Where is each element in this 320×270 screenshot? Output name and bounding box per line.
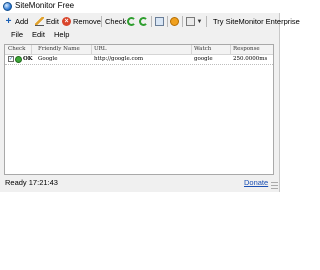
toolbar-separator xyxy=(167,16,168,27)
refresh-all-button[interactable] xyxy=(139,14,150,29)
cell-status: OK xyxy=(23,56,33,62)
remove-button[interactable]: × Remove xyxy=(62,14,101,29)
toolbar-separator xyxy=(101,16,102,27)
resize-grip-icon[interactable] xyxy=(271,180,278,189)
sites-table: Check Friendly Name URL Watch Response ✓… xyxy=(4,44,274,175)
toolbar-separator xyxy=(151,16,152,27)
pencil-icon xyxy=(35,17,44,26)
cell-response: 250.0000ms xyxy=(233,56,268,62)
refresh-icon xyxy=(127,17,136,26)
cell-watch: google xyxy=(194,56,213,62)
menu-file[interactable]: File xyxy=(11,30,23,39)
options-button[interactable] xyxy=(170,14,181,29)
column-header-response[interactable]: Response xyxy=(233,45,260,54)
column-header-friendly-name[interactable]: Friendly Name xyxy=(38,45,80,54)
status-ok-icon xyxy=(15,56,22,63)
refresh-all-icon xyxy=(139,17,148,26)
table-row[interactable]: ✓ OK Google http://google.com google 250… xyxy=(5,55,273,65)
cell-url: http://google.com xyxy=(94,56,144,62)
column-header-url[interactable]: URL xyxy=(94,45,106,54)
try-enterprise-link[interactable]: Try SiteMonitor Enterprise xyxy=(213,14,300,29)
column-divider[interactable] xyxy=(91,45,92,54)
check-button-label: Check xyxy=(105,17,127,26)
table-header: Check Friendly Name URL Watch Response xyxy=(5,45,273,55)
window-title: SiteMonitor Free xyxy=(15,1,75,10)
remove-icon: × xyxy=(62,17,71,26)
column-header-watch[interactable]: Watch xyxy=(194,45,211,54)
status-bar: Ready 17:21:43 Donate xyxy=(0,175,280,191)
toolbar-separator xyxy=(182,16,183,27)
menu-edit[interactable]: Edit xyxy=(32,30,45,39)
globe-icon xyxy=(3,2,12,11)
status-text: Ready 17:21:43 xyxy=(5,178,58,187)
monitor-button[interactable] xyxy=(155,14,166,29)
edit-button[interactable]: Edit xyxy=(35,14,59,29)
graph-dropdown-button[interactable]: ▼ xyxy=(186,14,204,29)
check-button[interactable]: Check xyxy=(105,14,126,29)
toolbar-separator xyxy=(206,16,207,27)
add-button-label: Add xyxy=(15,17,29,26)
try-enterprise-label: Try SiteMonitor Enterprise xyxy=(213,17,300,26)
graph-icon xyxy=(186,17,195,26)
sun-icon xyxy=(170,17,179,26)
column-divider[interactable] xyxy=(230,45,231,54)
donate-link[interactable]: Donate xyxy=(244,178,268,187)
column-header-check[interactable]: Check xyxy=(8,45,25,54)
plus-icon: + xyxy=(5,16,12,27)
refresh-button[interactable] xyxy=(127,14,138,29)
monitor-icon xyxy=(155,17,164,26)
remove-button-label: Remove xyxy=(73,17,101,26)
title-bar: SiteMonitor Free xyxy=(0,0,280,13)
chevron-down-icon: ▼ xyxy=(196,18,203,25)
add-button[interactable]: + Add xyxy=(4,14,29,29)
row-checkbox[interactable]: ✓ xyxy=(8,56,14,62)
cell-friendly-name: Google xyxy=(38,56,58,62)
menu-help[interactable]: Help xyxy=(54,30,69,39)
toolbar: + Add Edit × Remove Check ▼ Try SiteMoni… xyxy=(0,14,300,29)
edit-button-label: Edit xyxy=(46,17,59,26)
menu-bar: File Edit Help xyxy=(0,30,280,41)
column-divider[interactable] xyxy=(31,45,32,54)
app-window: SiteMonitor Free + Add Edit × Remove Che… xyxy=(0,0,300,192)
column-divider[interactable] xyxy=(191,45,192,54)
